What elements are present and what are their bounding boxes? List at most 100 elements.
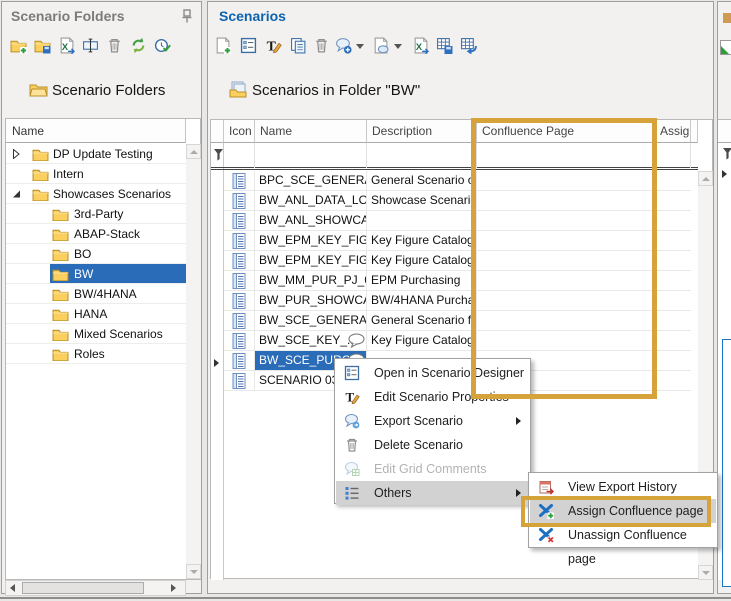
cell-assignment <box>655 351 691 371</box>
open-designer-button[interactable] <box>240 37 258 55</box>
submenu-arrow-icon <box>516 489 521 497</box>
table-row-bw-pur-showca-[interactable]: BW_PUR_SHOWCA...BW/4HANA Purcha... <box>224 291 691 311</box>
filter-cell[interactable] <box>255 143 367 168</box>
table-row-bw-epm-key-fig-[interactable]: BW_EPM_KEY_FIG...Key Figure Catalog <box>224 251 691 271</box>
submenu-item-unassign-confluence-page[interactable]: Unassign Confluence page <box>530 523 716 547</box>
export-document-dropdown[interactable] <box>394 44 402 49</box>
save-folder-button[interactable] <box>34 37 52 55</box>
cell-icon <box>224 171 255 191</box>
menu-item-label: Edit Grid Comments <box>374 457 487 481</box>
cell-name: BPC_SCE_GENERA... <box>255 171 367 191</box>
open-designer-icon <box>240 37 257 54</box>
column-header-confluence-page[interactable]: Confluence Page <box>477 120 655 143</box>
tree-item-mixed-scenarios[interactable]: Mixed Scenarios <box>6 324 186 344</box>
add-comment-button[interactable] <box>335 37 353 55</box>
export-excel-button[interactable]: X <box>58 37 76 55</box>
table-row-bw-mm-pur-pj-01[interactable]: BW_MM_PUR_PJ_01EPM Purchasing <box>224 271 691 291</box>
tree-item-3rd-party[interactable]: 3rd-Party <box>6 204 186 224</box>
table-row-bw-sce-key-[interactable]: BW_SCE_KEY_...Key Figure Catalog... <box>224 331 691 351</box>
filter-cell[interactable] <box>367 143 477 168</box>
filter-cell[interactable] <box>655 143 691 168</box>
tree-item-label: Showcases Scenarios <box>53 184 171 204</box>
cell-description: General Scenario f... <box>367 311 477 331</box>
add-comment-dropdown[interactable] <box>356 44 364 49</box>
filter-row[interactable] <box>211 143 698 168</box>
refresh-button[interactable] <box>130 37 148 55</box>
submenu-item-view-export-history[interactable]: View Export History <box>530 475 716 499</box>
edit-properties-button[interactable]: T <box>265 37 283 55</box>
cell-icon <box>224 231 255 251</box>
tree-item-label: Roles <box>74 344 105 364</box>
tree-item-dp-update-testing[interactable]: DP Update Testing <box>6 144 186 164</box>
table-scroll-up-button[interactable] <box>698 171 713 186</box>
delete-button[interactable] <box>106 37 124 55</box>
submenu-item-assign-confluence-page[interactable]: Assign Confluence page <box>530 499 716 523</box>
tree-item-showcases-scenarios[interactable]: Showcases Scenarios <box>6 184 186 204</box>
filter-cell[interactable] <box>224 143 255 168</box>
tree-horizontal-scrollbar[interactable] <box>5 580 186 596</box>
import-grid-button[interactable] <box>460 37 478 55</box>
tree-hscroll-thumb[interactable] <box>22 582 144 594</box>
delete-button[interactable] <box>313 37 331 55</box>
tree-scroll-up-button[interactable] <box>186 144 201 159</box>
cell-assignment <box>655 271 691 291</box>
tree-column-header[interactable]: Name <box>6 119 186 143</box>
table-row-bw-epm-key-fig-[interactable]: BW_EPM_KEY_FIG...Key Figure Catalog... <box>224 231 691 251</box>
scenario-doc-icon <box>232 313 246 329</box>
column-header-icon[interactable]: Icon <box>224 120 255 143</box>
export-document-button[interactable] <box>372 37 390 55</box>
folder-icon <box>52 266 69 281</box>
tree-item-hana[interactable]: HANA <box>6 304 186 324</box>
copy-scenario-button[interactable] <box>290 37 308 55</box>
export-excel-button[interactable]: X <box>412 37 430 55</box>
tree-item-bw[interactable]: BW <box>6 264 186 284</box>
column-header-name[interactable]: Name <box>255 120 367 143</box>
tree-item-label: Mixed Scenarios <box>74 324 163 344</box>
tree-vertical-scrollbar[interactable] <box>186 144 201 579</box>
tree-scroll-down-button[interactable] <box>186 564 201 579</box>
tree-item-roles[interactable]: Roles <box>6 344 186 364</box>
cell-name: BW_EPM_KEY_FIG... <box>255 231 367 251</box>
pin-icon[interactable] <box>181 9 193 23</box>
grid-comments-icon <box>344 461 360 477</box>
right-panel-selected-cell-fragment <box>722 339 731 587</box>
tree-item-intern[interactable]: Intern <box>6 164 186 184</box>
table-row-bw-sce-general-[interactable]: BW_SCE_GENERAL...General Scenario f... <box>224 311 691 331</box>
table-row-bpc-sce-genera-[interactable]: BPC_SCE_GENERA...General Scenario o... <box>224 171 691 191</box>
tree-scroll-right-button[interactable] <box>166 581 180 595</box>
scenario-doc-icon <box>232 353 246 369</box>
expand-collapsed-icon[interactable] <box>12 149 21 159</box>
menu-item-delete-scenario[interactable]: Delete Scenario <box>336 433 529 457</box>
scenarios-heading: Scenarios in Folder "BW" <box>229 81 420 101</box>
expand-expanded-icon[interactable] <box>12 189 21 199</box>
header-filler <box>691 120 698 143</box>
tree-scroll-left-button[interactable] <box>6 581 20 595</box>
filter-cell[interactable] <box>477 143 655 168</box>
refresh-icon <box>130 37 147 54</box>
cell-confluence-page <box>477 291 655 311</box>
edit-properties-icon: T <box>265 37 282 54</box>
save-grid-button[interactable] <box>436 37 454 55</box>
cell-confluence-page <box>477 251 655 271</box>
new-scenario-button[interactable] <box>214 37 232 55</box>
scenario-context-menu: Open in Scenario DesignerTEdit Scenario … <box>334 358 531 504</box>
rename-button[interactable] <box>82 37 100 55</box>
delete-icon <box>106 37 123 54</box>
table-row-bw-anl-data-lo-[interactable]: BW_ANL_DATA_LO...Showcase Scenario... <box>224 191 691 211</box>
menu-item-others[interactable]: Others <box>336 481 529 505</box>
column-header-assig-[interactable]: Assig... <box>655 120 691 143</box>
tree-item-bo[interactable]: BO <box>6 244 186 264</box>
menu-item-open-in-scenario-designer[interactable]: Open in Scenario Designer <box>336 361 529 385</box>
tree-item-abap-stack[interactable]: ABAP-Stack <box>6 224 186 244</box>
add-folder-button[interactable] <box>10 37 28 55</box>
menu-item-edit-scenario-properties[interactable]: TEdit Scenario Properties <box>336 385 529 409</box>
folder-icon <box>52 226 69 241</box>
menu-item-export-scenario[interactable]: Export Scenario <box>336 409 529 433</box>
folder-icon <box>32 186 49 201</box>
scenario-doc-icon <box>232 293 246 309</box>
scenario-folders-panel: Scenario Folders X Scenario Folders Name… <box>1 1 202 594</box>
tree-item-bw-4hana[interactable]: BW/4HANA <box>6 284 186 304</box>
table-row-bw-anl-showca-[interactable]: BW_ANL_SHOWCA... <box>224 211 691 231</box>
column-header-description[interactable]: Description <box>367 120 477 143</box>
schedule-check-button[interactable] <box>154 37 172 55</box>
